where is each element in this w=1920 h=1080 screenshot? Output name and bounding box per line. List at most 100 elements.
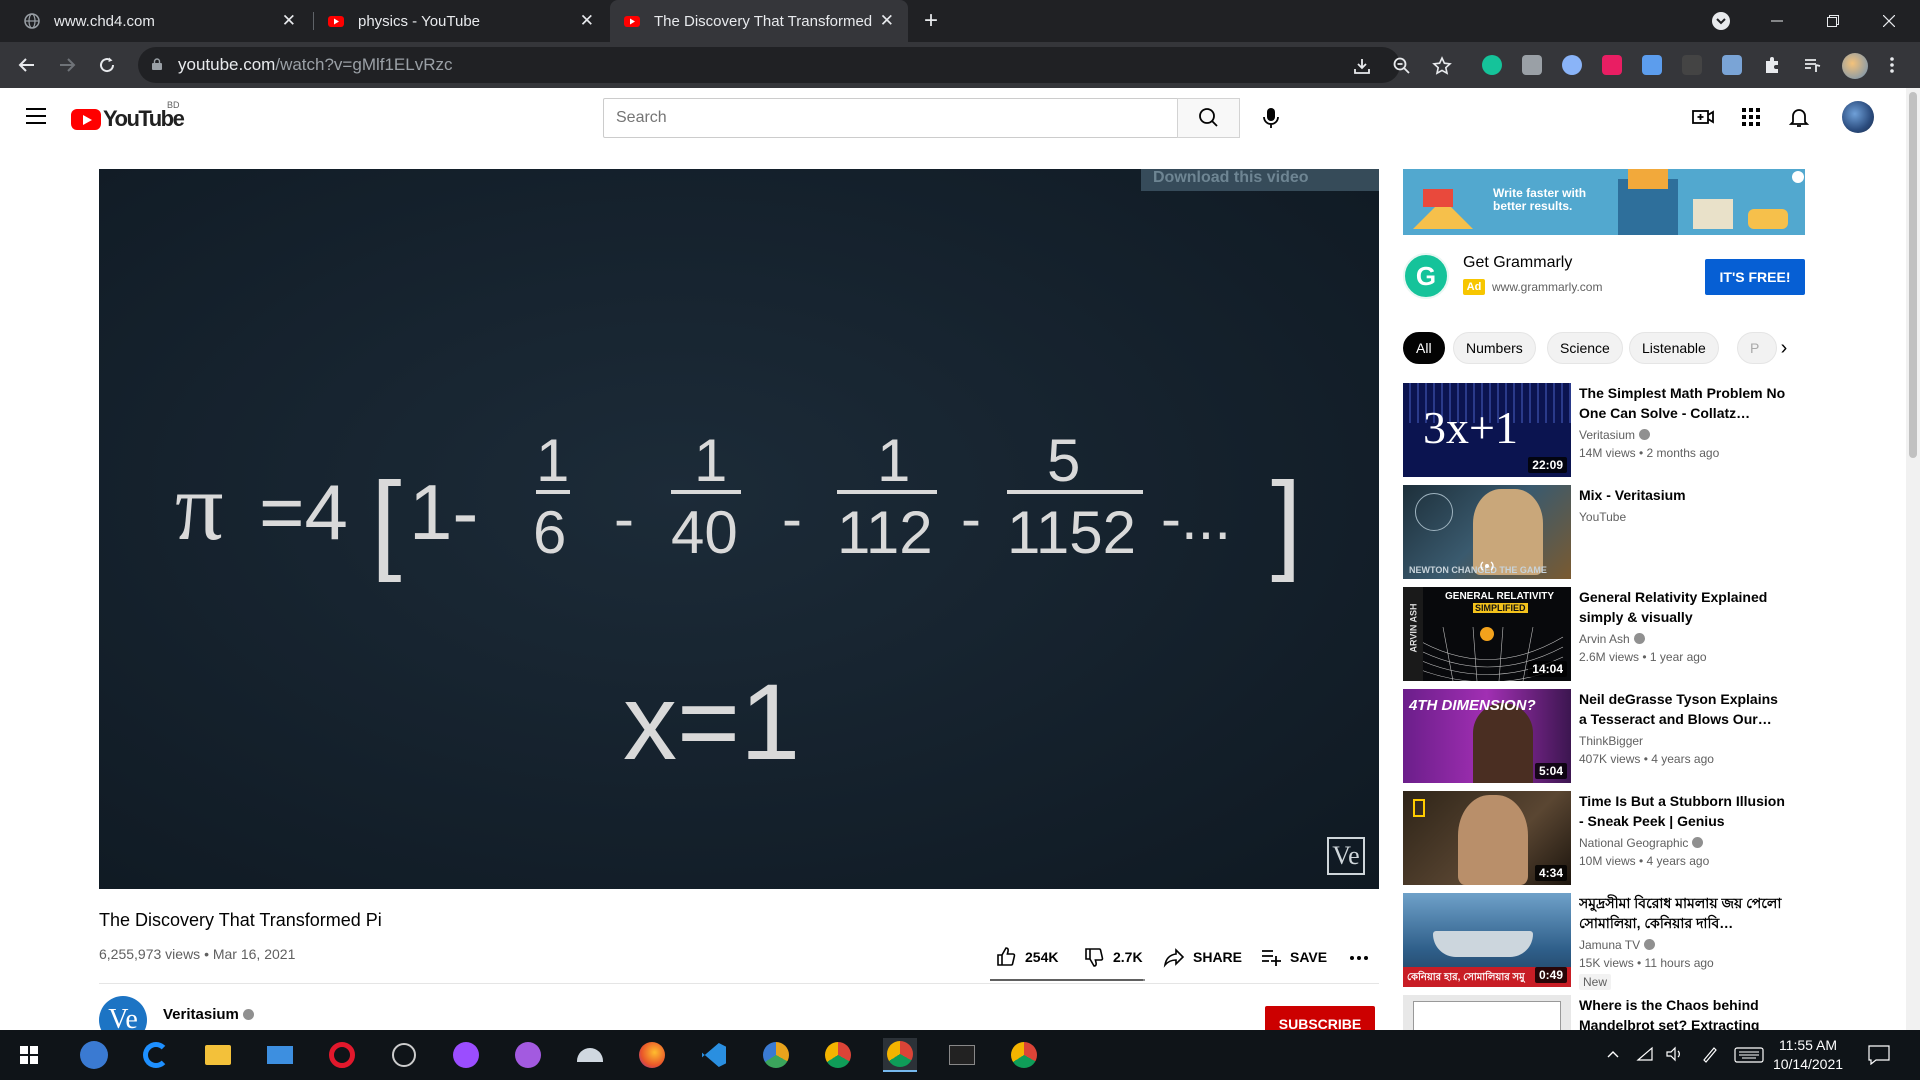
media-queue-icon[interactable]	[1802, 55, 1822, 75]
vpn-extension-icon[interactable]	[1562, 55, 1582, 75]
tab-discovery-pi[interactable]: The Discovery That Transformed ✕	[610, 0, 908, 42]
close-tab-icon[interactable]: ✕	[580, 11, 594, 31]
windows-start-icon[interactable]	[12, 1038, 46, 1072]
ad-card[interactable]: G Get Grammarly Ad www.grammarly.com IT'…	[1403, 250, 1805, 302]
search-box[interactable]	[603, 98, 1178, 138]
opera-icon[interactable]	[325, 1038, 359, 1072]
svg-text:-: -	[782, 485, 802, 552]
grammarly-extension-icon[interactable]	[1482, 55, 1502, 75]
new-tab-button[interactable]: +	[924, 7, 938, 35]
video-thumbnail[interactable]: 3x+1 22:09	[1403, 383, 1571, 477]
account-avatar[interactable]	[1842, 101, 1874, 133]
satellite-app-icon[interactable]	[387, 1038, 421, 1072]
minimize-button[interactable]	[1754, 0, 1800, 42]
ad-cta-button[interactable]: IT'S FREE!	[1705, 259, 1805, 295]
save-button[interactable]: SAVE	[1260, 945, 1327, 969]
volume-icon[interactable]	[1665, 1046, 1683, 1062]
youtube-logo[interactable]: YouTube BD	[71, 100, 185, 132]
zoom-icon[interactable]	[1392, 56, 1412, 76]
pen-extension-icon[interactable]	[1722, 55, 1742, 75]
github-icon[interactable]	[511, 1038, 545, 1072]
puzzle-icon[interactable]	[1762, 55, 1782, 75]
close-window-button[interactable]	[1866, 0, 1912, 42]
back-button[interactable]	[14, 52, 40, 78]
recommendation-item[interactable]: 4TH DIMENSION? 5:04 Neil deGrasse Tyson …	[1403, 689, 1805, 783]
ad-banner-image[interactable]: Write faster with better results.	[1403, 169, 1805, 235]
chrome-active-icon[interactable]	[883, 1038, 917, 1072]
channel-name[interactable]: Veritasium	[163, 1006, 254, 1023]
search-input[interactable]	[604, 99, 1177, 137]
notifications-bell-icon[interactable]	[1787, 105, 1811, 129]
star-icon[interactable]	[1432, 56, 1452, 76]
svg-text:1: 1	[536, 427, 569, 494]
chrome-profile-icon[interactable]	[1007, 1038, 1041, 1072]
reload-button[interactable]	[94, 52, 120, 78]
menu-icon[interactable]	[26, 108, 46, 124]
jellyfish-app-icon[interactable]	[573, 1038, 607, 1072]
video-thumbnail[interactable]: 4TH DIMENSION? 5:04	[1403, 689, 1571, 783]
recommendation-item[interactable]: NEWTON CHANGED THE GAME Mix - Veritasium…	[1403, 485, 1805, 579]
forward-button[interactable]	[54, 52, 80, 78]
mail-icon[interactable]	[263, 1038, 297, 1072]
close-tab-icon[interactable]: ✕	[282, 11, 296, 31]
chip-partial[interactable]: P	[1737, 332, 1777, 364]
terminal-icon[interactable]	[945, 1038, 979, 1072]
file-explorer-icon[interactable]	[201, 1038, 235, 1072]
tray-chevron-up-icon[interactable]	[1605, 1046, 1621, 1062]
video-thumbnail[interactable]: GENERAL RELATIVITY SIMPLIFIED ARVIN ASH …	[1403, 587, 1571, 681]
video-thumbnail[interactable]	[1403, 995, 1571, 1030]
apps-grid-icon[interactable]	[1739, 105, 1763, 129]
more-vert-icon[interactable]	[1882, 55, 1902, 75]
chrome-icon[interactable]	[821, 1038, 855, 1072]
like-button[interactable]: 254K	[995, 945, 1058, 969]
dark-extension-icon[interactable]	[1682, 55, 1702, 75]
chip-science[interactable]: Science	[1547, 332, 1623, 364]
chip-numbers[interactable]: Numbers	[1453, 332, 1536, 364]
firefox-icon[interactable]	[635, 1038, 669, 1072]
recommendation-item[interactable]: কেনিয়ার হার, সোমালিয়ার সমু 0:49 সমুদ্র…	[1403, 893, 1805, 993]
recommendation-item[interactable]: Where is the Chaos behind Mandelbrot set…	[1403, 995, 1805, 1030]
microphone-icon[interactable]	[1256, 103, 1286, 133]
more-actions-icon[interactable]	[1347, 946, 1371, 970]
restore-button[interactable]	[1810, 0, 1856, 42]
messenger-icon[interactable]	[449, 1038, 483, 1072]
download-video-banner[interactable]: Download this video	[1141, 169, 1379, 191]
channel-watermark[interactable]: Ve	[1327, 837, 1365, 875]
scrollbar-thumb[interactable]	[1909, 92, 1917, 458]
profile-avatar[interactable]	[1842, 53, 1868, 79]
download-icon[interactable]	[1352, 56, 1372, 76]
chip-all[interactable]: All	[1403, 332, 1445, 364]
dislike-button[interactable]: 2.7K	[1083, 945, 1143, 969]
video-thumbnail[interactable]: NEWTON CHANGED THE GAME	[1403, 485, 1571, 579]
keyboard-icon[interactable]	[1734, 1047, 1764, 1063]
create-video-icon[interactable]	[1691, 105, 1715, 129]
close-tab-icon[interactable]: ✕	[880, 11, 894, 31]
vscode-icon[interactable]	[697, 1038, 731, 1072]
search-button[interactable]	[1177, 98, 1240, 138]
downloader-extension-icon[interactable]	[1642, 55, 1662, 75]
recommendation-item[interactable]: 3x+1 22:09 The Simplest Math Problem No …	[1403, 383, 1805, 477]
play-extension-icon[interactable]	[1602, 55, 1622, 75]
page-scrollbar[interactable]	[1906, 88, 1920, 1030]
tab-search-button[interactable]	[1698, 0, 1744, 42]
notification-center-icon[interactable]	[1868, 1045, 1890, 1065]
tab-chd4[interactable]: www.chd4.com ✕	[10, 0, 310, 42]
tab-physics-youtube[interactable]: physics - YouTube ✕	[314, 0, 608, 42]
address-bar[interactable]: youtube.com/watch?v=gMlf1ELvRzc	[138, 47, 1452, 83]
recommendation-item[interactable]: 4:34 Time Is But a Stubborn Illusion - S…	[1403, 791, 1805, 885]
chip-listenable[interactable]: Listenable	[1629, 332, 1719, 364]
recommendation-item[interactable]: GENERAL RELATIVITY SIMPLIFIED ARVIN ASH …	[1403, 587, 1805, 681]
wifi-icon[interactable]	[1636, 1046, 1654, 1062]
share-button[interactable]: SHARE	[1163, 945, 1242, 969]
video-thumbnail[interactable]: কেনিয়ার হার, সোমালিয়ার সমু 0:49	[1403, 893, 1571, 987]
edge-icon[interactable]	[139, 1038, 173, 1072]
chrome-canary-icon[interactable]	[759, 1038, 793, 1072]
video-player[interactable]: π =4 [ 1- 1 6 - 1 40 - 1 112 - 5 1152 -.…	[99, 169, 1379, 889]
camera-extension-icon[interactable]	[1522, 55, 1542, 75]
qbittorrent-icon[interactable]	[77, 1038, 111, 1072]
chevron-right-icon[interactable]: ›	[1772, 336, 1796, 360]
pen-workspace-icon[interactable]	[1701, 1045, 1719, 1063]
clock[interactable]: 11:55 AM 10/14/2021	[1770, 1036, 1846, 1074]
video-thumbnail[interactable]: 4:34	[1403, 791, 1571, 885]
arrow-left-icon	[18, 58, 34, 72]
